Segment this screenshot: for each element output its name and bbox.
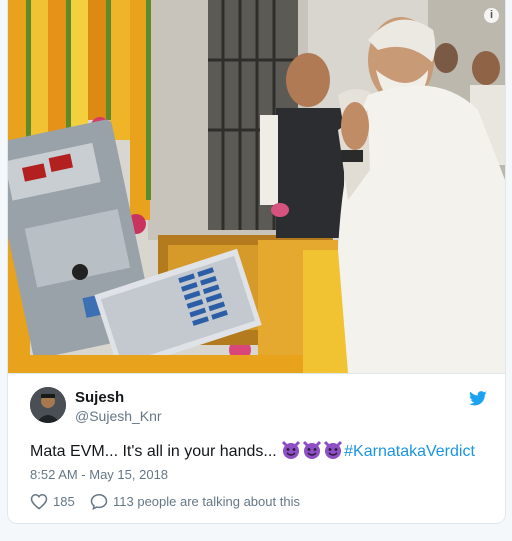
smiling-imp-emoji-icon <box>282 440 301 459</box>
twitter-bird-icon[interactable] <box>469 391 487 406</box>
tweet-text: Mata EVM... It's all in your hands... #K… <box>30 440 475 461</box>
info-icon[interactable]: i <box>484 8 499 23</box>
tweet-photo[interactable]: i <box>8 0 505 373</box>
tweet-card[interactable]: i Sujesh @Sujesh_Knr Mata EVM... It's al… <box>7 0 506 524</box>
like-button[interactable]: 185 <box>30 493 75 511</box>
smiling-imp-emoji-icon <box>324 440 343 459</box>
user-handle[interactable]: @Sujesh_Knr <box>75 408 162 424</box>
display-name[interactable]: Sujesh <box>75 389 124 406</box>
speech-bubble-icon <box>90 493 108 510</box>
hashtag-link[interactable]: #KarnatakaVerdict <box>344 443 475 460</box>
conversation-count-text: 113 people are talking about this <box>113 494 300 509</box>
tweet-body: Mata EVM... It's all in your hands... <box>30 443 282 460</box>
conversation-link[interactable]: 113 people are talking about this <box>90 493 300 510</box>
media-divider <box>8 373 505 374</box>
like-count: 185 <box>53 494 75 509</box>
smiling-imp-emoji-icon <box>303 440 322 459</box>
avatar[interactable] <box>30 387 66 423</box>
heart-icon <box>30 493 48 510</box>
tweet-timestamp[interactable]: 8:52 AM - May 15, 2018 <box>30 467 168 482</box>
